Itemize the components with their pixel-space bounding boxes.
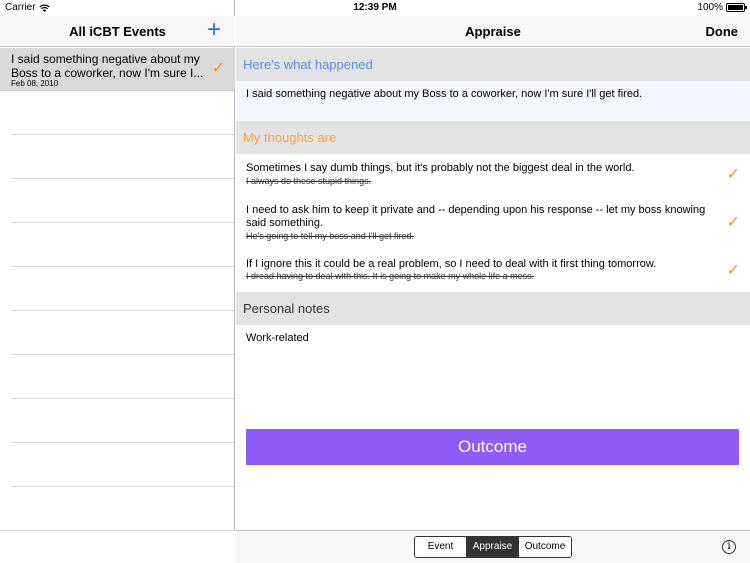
notes-header: Personal notes: [236, 292, 750, 325]
event-text: I said something negative about my Boss …: [11, 52, 204, 80]
list-separator: [11, 266, 234, 267]
battery-label: 100%: [697, 2, 723, 13]
thought-new: I need to ask him to keep it private and…: [246, 204, 706, 229]
appraise-pane: Appraise Done Here's what happened I sai…: [236, 0, 750, 563]
list-separator: [11, 222, 234, 223]
events-nav-bar: All iCBT Events +: [0, 16, 235, 47]
thought-row[interactable]: If I ignore this it could be a real prob…: [236, 258, 750, 288]
thought-row[interactable]: I need to ask him to keep it private and…: [236, 204, 750, 250]
events-list-pane: All iCBT Events + I said something negat…: [0, 0, 235, 563]
appraise-nav-bar: Appraise Done: [236, 16, 750, 47]
info-icon[interactable]: i: [722, 540, 736, 554]
happened-header: Here's what happened: [236, 48, 750, 81]
list-separator: [11, 442, 234, 443]
status-bar: Carrier 12:39 PM 100%: [0, 0, 750, 16]
event-row[interactable]: I said something negative about my Boss …: [0, 48, 235, 91]
thought-old: I always do these stupid things.: [246, 176, 372, 186]
checkmark-icon: ✓: [726, 214, 740, 231]
events-title: All iCBT Events: [69, 24, 166, 39]
thought-new: If I ignore this it could be a real prob…: [246, 258, 657, 270]
appraise-title: Appraise: [465, 24, 521, 39]
segment-event[interactable]: Event: [415, 537, 467, 557]
thought-row[interactable]: Sometimes I say dumb things, but it's pr…: [236, 162, 750, 198]
list-separator: [11, 310, 234, 311]
left-bottom-area: [0, 530, 235, 563]
battery: 100%: [697, 2, 747, 13]
done-button[interactable]: Done: [706, 24, 739, 39]
segment-appraise[interactable]: Appraise: [467, 537, 519, 557]
list-separator: [11, 354, 234, 355]
add-event-button[interactable]: +: [207, 18, 221, 42]
list-separator: [11, 486, 234, 487]
event-date: Feb 08, 2010: [11, 79, 59, 88]
segment-outcome[interactable]: Outcome: [519, 537, 571, 557]
thought-old: He's going to tell my boss and I'll get …: [246, 231, 415, 241]
list-separator: [11, 398, 234, 399]
view-segmented-control: Event Appraise Outcome: [414, 536, 572, 558]
bottom-toolbar: Event Appraise Outcome i: [236, 530, 750, 563]
list-separator: [11, 178, 234, 179]
checkmark-icon: ✓: [726, 262, 740, 279]
outcome-button[interactable]: Outcome: [246, 429, 739, 465]
battery-icon: [726, 3, 747, 12]
thought-new: Sometimes I say dumb things, but it's pr…: [246, 162, 635, 174]
thought-old: I dread having to deal with this. It is …: [246, 271, 535, 281]
notes-text[interactable]: Work-related: [246, 332, 309, 344]
happened-text[interactable]: I said something negative about my Boss …: [236, 81, 750, 121]
status-time: 12:39 PM: [353, 2, 397, 13]
checkmark-icon: ✓: [726, 166, 740, 183]
checkmark-icon: ✓: [211, 60, 225, 77]
list-separator: [11, 134, 234, 135]
thoughts-header: My thoughts are: [236, 121, 750, 154]
